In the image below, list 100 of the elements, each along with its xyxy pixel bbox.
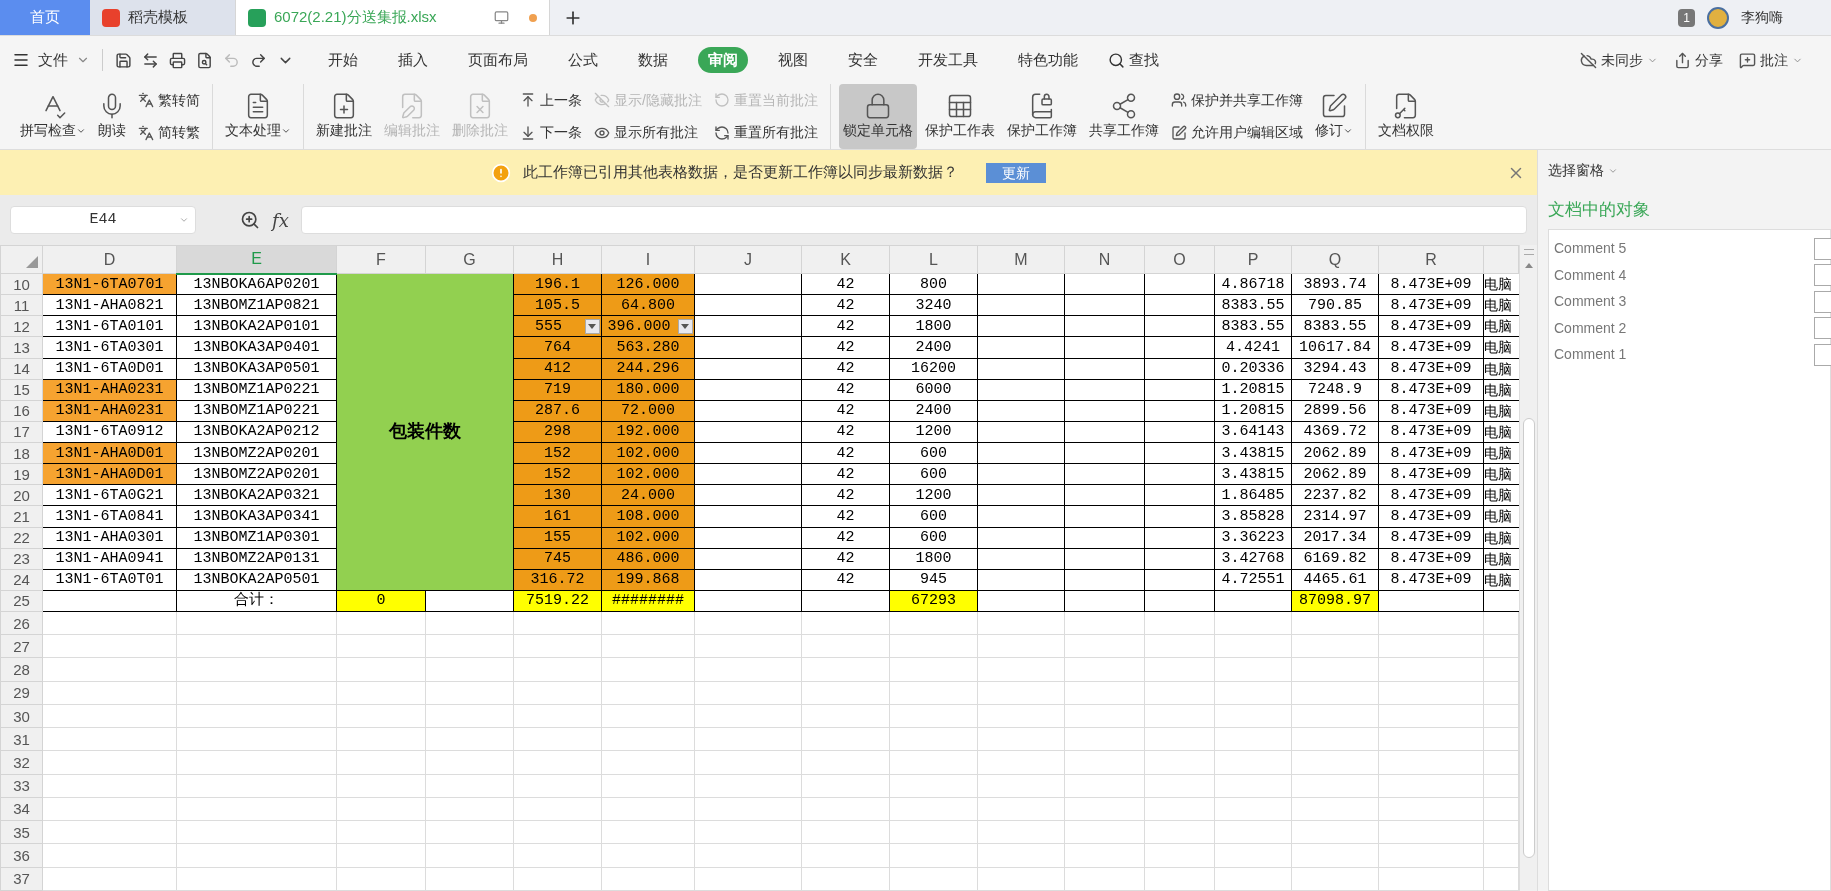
ribbon-tab[interactable]: 开始	[318, 46, 368, 74]
window-count-badge[interactable]: 1	[1678, 8, 1695, 27]
function-label[interactable]: fx	[272, 206, 289, 234]
column-header[interactable]: L	[889, 245, 978, 274]
ribbon-button[interactable]: 繁转简	[138, 89, 200, 111]
column-header[interactable]: M	[977, 245, 1065, 274]
column-header[interactable]: K	[801, 245, 890, 274]
row-number[interactable]: 25	[0, 590, 43, 612]
row-number[interactable]: 11	[0, 294, 43, 316]
column-header[interactable]: D	[42, 245, 177, 274]
ribbon-button[interactable]: 朗读	[94, 84, 130, 149]
vertical-scrollbar[interactable]	[1519, 245, 1537, 891]
object-list-item[interactable]: Comment 2	[1554, 317, 1627, 339]
row-number[interactable]: 21	[0, 505, 43, 527]
row-number[interactable]: 30	[0, 704, 43, 728]
row-number[interactable]: 13	[0, 336, 43, 358]
object-list-item[interactable]: Comment 5	[1554, 238, 1627, 260]
name-box[interactable]: E44	[10, 206, 196, 234]
ribbon-button[interactable]: 上一条	[520, 89, 582, 111]
filter-dropdown-icon[interactable]	[678, 318, 693, 334]
row-number[interactable]: 32	[0, 750, 43, 775]
user-name[interactable]: 李狗嗨	[1741, 7, 1783, 28]
row-number[interactable]: 10	[0, 273, 43, 295]
ribbon-button[interactable]: 文档权限	[1373, 84, 1438, 149]
ribbon-tab[interactable]: 安全	[838, 46, 888, 74]
preview-icon[interactable]	[196, 51, 213, 69]
panel-title[interactable]: 选择窗格	[1548, 160, 1831, 181]
row-number[interactable]: 12	[0, 315, 43, 337]
row-number[interactable]: 24	[0, 569, 43, 591]
column-header[interactable]: H	[513, 245, 602, 274]
zoom-icon[interactable]	[240, 210, 260, 230]
visibility-checkbox[interactable]	[1814, 290, 1831, 313]
column-header[interactable]: J	[694, 245, 802, 274]
ribbon-button[interactable]: 文本处理	[221, 84, 295, 149]
row-number[interactable]: 29	[0, 681, 43, 705]
filter-dropdown-icon[interactable]	[585, 318, 600, 334]
column-header[interactable]: P	[1214, 245, 1292, 274]
object-list-item[interactable]: Comment 3	[1554, 291, 1627, 313]
row-number[interactable]: 17	[0, 421, 43, 443]
ribbon-tab[interactable]: 特色功能	[1008, 46, 1088, 74]
ribbon-button[interactable]: 新建批注	[312, 84, 376, 149]
toolbar-button[interactable]: 未同步	[1580, 49, 1658, 71]
row-number[interactable]: 35	[0, 820, 43, 844]
column-header[interactable]: O	[1144, 245, 1215, 274]
row-number[interactable]: 15	[0, 379, 43, 401]
row-number[interactable]: 23	[0, 548, 43, 570]
convert-icon[interactable]	[142, 51, 159, 69]
column-header[interactable]: R	[1378, 245, 1484, 274]
row-number[interactable]: 14	[0, 358, 43, 380]
visibility-checkbox[interactable]	[1814, 317, 1831, 340]
ribbon-button[interactable]: 简转繁	[138, 122, 200, 144]
visibility-checkbox[interactable]	[1814, 343, 1831, 366]
ribbon-button[interactable]: 锁定单元格	[838, 84, 917, 149]
document-tab[interactable]: 稻壳模板	[90, 0, 235, 35]
ribbon-tab[interactable]: 数据	[628, 46, 678, 74]
row-number[interactable]: 18	[0, 442, 43, 464]
ribbon-tab[interactable]: 公式	[558, 46, 608, 74]
row-number[interactable]: 22	[0, 527, 43, 549]
ribbon-button[interactable]: 下一条	[520, 122, 582, 144]
save-icon[interactable]	[115, 51, 132, 69]
ribbon-button[interactable]: 保护并共享工作簿	[1170, 89, 1303, 111]
row-number[interactable]: 28	[0, 657, 43, 682]
ribbon-tab[interactable]: 插入	[388, 46, 438, 74]
ribbon-button[interactable]: 显示所有批注	[594, 122, 702, 144]
ribbon-button[interactable]: 重置所有批注	[713, 122, 818, 144]
ribbon-tab[interactable]: 开发工具	[908, 46, 988, 74]
row-number[interactable]: 36	[0, 843, 43, 868]
find-button[interactable]: 查找	[1108, 48, 1159, 72]
row-number[interactable]: 37	[0, 867, 43, 891]
ribbon-tab[interactable]: 页面布局	[458, 46, 538, 74]
column-header[interactable]: G	[425, 245, 514, 274]
visibility-checkbox[interactable]	[1814, 264, 1831, 287]
ribbon-button[interactable]: 保护工作表	[920, 84, 999, 149]
avatar-icon[interactable]	[1707, 6, 1729, 29]
visibility-checkbox[interactable]	[1814, 237, 1831, 260]
column-header[interactable]: Q	[1291, 245, 1379, 274]
row-number[interactable]: 34	[0, 797, 43, 821]
ribbon-button[interactable]: 拼写检查	[16, 84, 90, 149]
ribbon-button[interactable]: 共享工作簿	[1084, 84, 1163, 149]
row-number[interactable]: 33	[0, 774, 43, 798]
print-icon[interactable]	[169, 51, 186, 69]
column-header[interactable]: F	[336, 245, 426, 274]
ribbon-button[interactable]: 允许用户编辑区域	[1170, 122, 1303, 144]
toolbar-button[interactable]: 批注	[1739, 49, 1803, 71]
ribbon-tab[interactable]: 视图	[768, 46, 818, 74]
ribbon-button[interactable]: 修订	[1310, 84, 1357, 149]
redo-icon[interactable]	[250, 51, 267, 69]
object-list-item[interactable]: Comment 4	[1554, 264, 1627, 286]
toolbar-button[interactable]: 分享	[1674, 49, 1723, 71]
row-number[interactable]: 26	[0, 611, 43, 635]
column-header[interactable]: I	[601, 245, 695, 274]
row-number[interactable]: 20	[0, 484, 43, 506]
column-header[interactable]: N	[1064, 245, 1145, 274]
file-menu-button[interactable]: 文件	[12, 48, 103, 72]
row-number[interactable]: 31	[0, 727, 43, 751]
object-list-item[interactable]: Comment 1	[1554, 344, 1627, 366]
row-number[interactable]: 16	[0, 400, 43, 422]
row-number[interactable]: 19	[0, 463, 43, 485]
row-number[interactable]: 27	[0, 634, 43, 658]
formula-input[interactable]	[300, 206, 1527, 234]
